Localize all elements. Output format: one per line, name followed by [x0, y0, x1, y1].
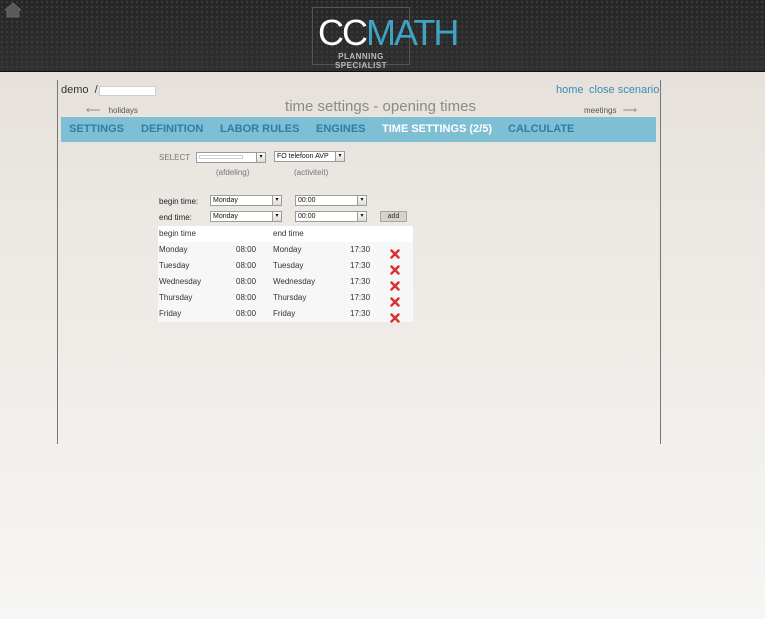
top-header-bar: CCMATH PLANNING SPECIALIST: [0, 0, 765, 72]
row-begin-day: Monday: [159, 245, 188, 254]
end-day-value: Monday: [213, 213, 238, 220]
breadcrumb-separator: /: [94, 84, 98, 96]
close-scenario-link[interactable]: close scenario: [589, 84, 659, 96]
row-begin-day: Wednesday: [159, 277, 202, 286]
begin-day-value: Monday: [213, 197, 238, 204]
row-end-time: 17:30: [350, 245, 371, 254]
row-begin-time: 08:00: [236, 309, 257, 318]
breadcrumb-root[interactable]: demo: [61, 84, 89, 96]
logo-tagline: PLANNING SPECIALIST: [334, 52, 388, 70]
end-time-label: end time:: [159, 213, 192, 222]
begin-time-select[interactable]: 00:00 ▾: [295, 195, 367, 206]
chevron-down-icon: ▾: [357, 196, 366, 205]
tab-time-settings[interactable]: TIME SETTINGS (2/5): [382, 123, 492, 135]
breadcrumb: demo /: [61, 84, 98, 96]
chevron-down-icon: ▾: [335, 152, 344, 161]
row-end-time: 17:30: [350, 293, 371, 302]
row-end-time: 17:30: [350, 277, 371, 286]
row-end-day: Friday: [273, 309, 296, 318]
delete-x-icon[interactable]: [390, 294, 400, 307]
begin-time-label: begin time:: [159, 197, 199, 206]
house-icon[interactable]: [3, 2, 23, 18]
chevron-down-icon: ▾: [256, 153, 265, 162]
tab-definition[interactable]: DEFINITION: [141, 123, 203, 135]
page-title-wrap: time settings - opening times: [0, 98, 765, 115]
row-end-time: 17:30: [350, 309, 371, 318]
header-begin-time: begin time: [159, 229, 196, 238]
home-link[interactable]: home: [556, 84, 584, 96]
end-time-value: 00:00: [298, 213, 316, 220]
delete-x-icon[interactable]: [390, 262, 400, 275]
chevron-down-icon: ▾: [357, 212, 366, 221]
activity-select-value: FO telefoon AVP: [277, 153, 329, 160]
row-end-day: Wednesday: [273, 277, 316, 286]
row-end-time: 17:30: [350, 261, 371, 270]
delete-x-icon[interactable]: [390, 246, 400, 259]
ccmath-logo: CCMATH PLANNING SPECIALIST: [312, 7, 459, 70]
row-begin-day: Friday: [159, 309, 182, 318]
opening-times-table: begin time end time Monday 08:00 Monday …: [158, 226, 413, 323]
row-begin-time: 08:00: [236, 245, 257, 254]
begin-time-value: 00:00: [298, 197, 316, 204]
header-end-time: end time: [273, 229, 304, 238]
tab-settings[interactable]: SETTINGS: [69, 123, 124, 135]
end-time-select[interactable]: 00:00 ▾: [295, 211, 367, 222]
scenario-name-field[interactable]: [99, 86, 156, 96]
row-end-day: Tuesday: [273, 261, 304, 270]
select-label: SELECT: [159, 153, 191, 162]
row-begin-time: 08:00: [236, 261, 257, 270]
logo-word: CCMATH: [318, 12, 459, 53]
tab-bar: SETTINGS DEFINITION LABOR RULES ENGINES …: [61, 117, 656, 142]
tab-labor-rules[interactable]: LABOR RULES: [220, 123, 299, 135]
logo-cc: CC: [318, 12, 368, 53]
activity-select[interactable]: FO telefoon AVP ▾: [274, 151, 345, 162]
activity-caption: (activiteit): [294, 168, 329, 177]
department-caption: (afdeling): [216, 168, 250, 177]
row-begin-time: 08:00: [236, 277, 257, 286]
row-end-day: Monday: [273, 245, 302, 254]
begin-day-select[interactable]: Monday ▾: [210, 195, 282, 206]
tab-engines[interactable]: ENGINES: [316, 123, 366, 135]
department-select-value: [199, 155, 243, 159]
table-header: begin time end time: [158, 226, 413, 242]
end-day-select[interactable]: Monday ▾: [210, 211, 282, 222]
row-begin-day: Thursday: [159, 293, 193, 302]
department-select[interactable]: ▾: [196, 152, 266, 163]
page-title: time settings - opening times: [285, 98, 476, 115]
delete-x-icon[interactable]: [390, 310, 400, 323]
chevron-down-icon: ▾: [272, 212, 281, 221]
logo-math: MATH: [366, 12, 459, 53]
delete-x-icon[interactable]: [390, 278, 400, 291]
row-begin-time: 08:00: [236, 293, 257, 302]
row-end-day: Thursday: [273, 293, 307, 302]
add-button[interactable]: add: [380, 211, 407, 222]
chevron-down-icon: ▾: [272, 196, 281, 205]
tab-calculate[interactable]: CALCULATE: [508, 123, 574, 135]
row-begin-day: Tuesday: [159, 261, 190, 270]
